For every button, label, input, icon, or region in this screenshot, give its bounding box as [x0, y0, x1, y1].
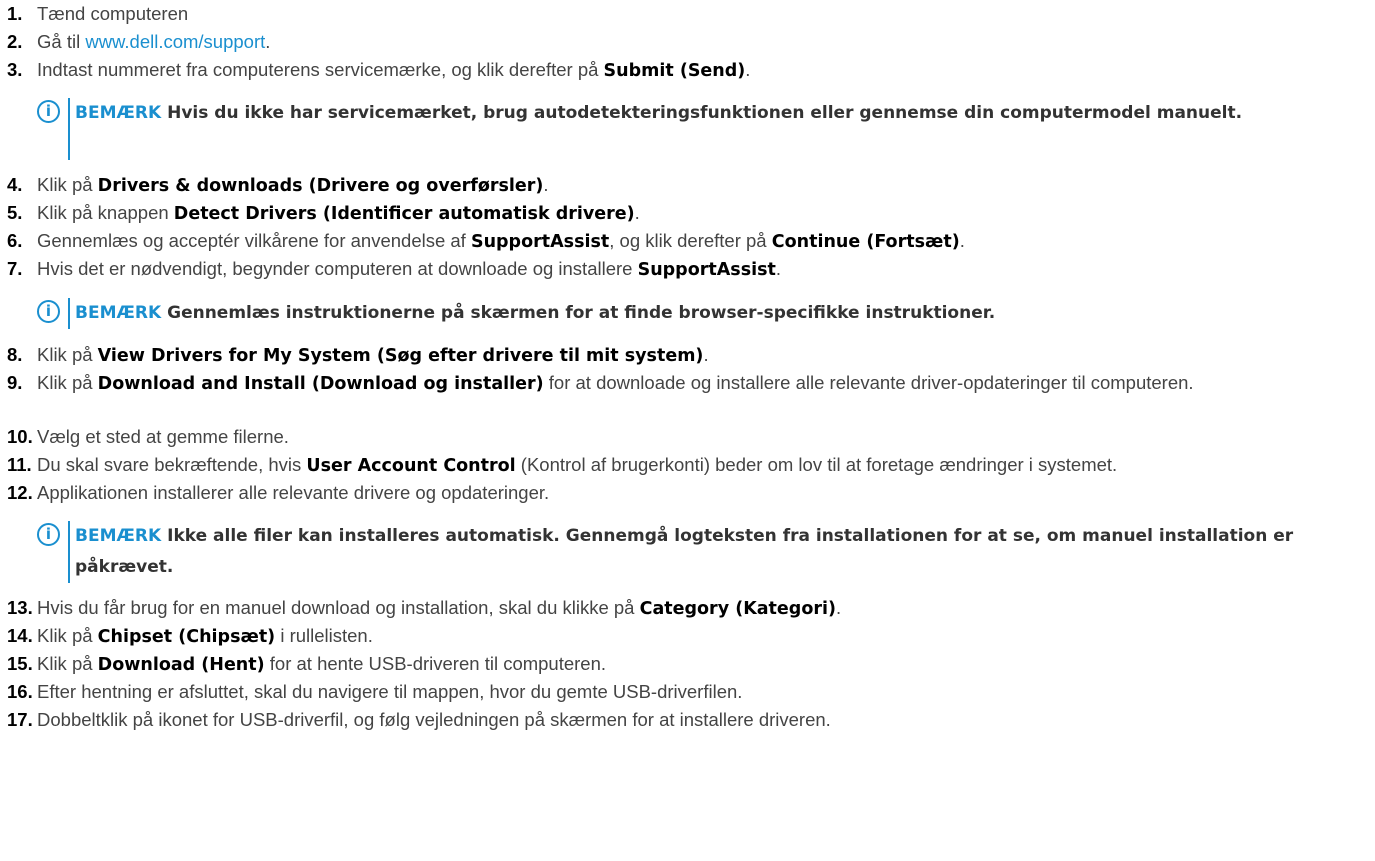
step-text: Klik på — [37, 174, 98, 195]
step-text-end: . — [703, 344, 709, 365]
step-bold: Drivers & downloads (Drivere og overførs… — [97, 176, 544, 196]
step-15: 15. Klik på Download (Hent) for at hente… — [7, 650, 1367, 679]
note-text: Hvis du ikke har servicemærket, brug aut… — [161, 103, 1243, 123]
step-bold: SupportAssist — [637, 260, 776, 280]
info-circle-icon: i — [37, 100, 60, 123]
info-circle-icon: i — [37, 300, 60, 323]
step-number: 8. — [7, 344, 23, 365]
step-bold-2: Continue (Fortsæt) — [771, 232, 960, 252]
step-10: 10. Vælg et sted at gemme filerne. — [7, 423, 1367, 451]
step-text: Klik på — [37, 344, 98, 365]
step-text: Efter hentning er afsluttet, skal du nav… — [37, 681, 743, 702]
step-17: 17. Dobbeltklik på ikonet for USB-driver… — [7, 706, 1367, 734]
note-bar — [68, 298, 70, 329]
step-number: 6. — [7, 230, 23, 251]
step-7: 7. Hvis det er nødvendigt, begynder comp… — [7, 255, 1367, 284]
step-text: Vælg et sted at gemme filerne. — [37, 426, 289, 447]
step-number: 15. — [7, 653, 33, 674]
step-text-end: . — [775, 258, 782, 279]
step-13: 13. Hvis du får brug for en manuel downl… — [7, 594, 1367, 623]
step-text-end: . — [959, 230, 965, 251]
step-text: Tænd computeren — [37, 3, 189, 24]
step-number: 2. — [7, 31, 23, 52]
step-bold: Download (Hent) — [97, 655, 265, 675]
step-number: 16. — [7, 681, 33, 702]
step-2: 2. Gå til www.dell.com/support. — [7, 28, 1367, 56]
step-text-end: . — [543, 174, 549, 195]
step-text: Klik på — [37, 625, 98, 646]
step-number: 9. — [7, 372, 23, 393]
step-number: 5. — [7, 202, 23, 223]
step-3: 3. Indtast nummeret fra computerens serv… — [7, 56, 1367, 85]
step-11: 11. Du skal svare bekræftende, hvis User… — [7, 451, 1367, 480]
note-label: BEMÆRK — [75, 103, 162, 123]
step-text: Klik på knappen — [37, 202, 174, 223]
info-circle-icon: i — [37, 523, 60, 546]
step-12: 12. Applikationen installerer alle relev… — [7, 479, 1367, 507]
step-text: Gennemlæs og acceptér vilkårene for anve… — [37, 230, 471, 251]
step-4: 4. Klik på Drivers & downloads (Drivere … — [7, 171, 1367, 200]
step-number: 1. — [7, 3, 23, 24]
step-number: 17. — [7, 709, 33, 730]
step-text: Klik på — [37, 653, 98, 674]
step-text: Gå til — [37, 31, 86, 52]
step-bold: Detect Drivers (Identificer automatisk d… — [173, 204, 635, 224]
step-text: Applikationen installerer alle relevante… — [37, 482, 550, 503]
note-bar — [68, 98, 70, 160]
note-3: i BEMÆRK Ikke alle filer kan installeres… — [37, 521, 1357, 583]
step-8: 8. Klik på View Drivers for My System (S… — [7, 341, 1367, 370]
step-bold: View Drivers for My System (Søg efter dr… — [97, 346, 704, 366]
step-bold: Chipset (Chipsæt) — [97, 627, 276, 647]
step-text: Hvis du får brug for en manuel download … — [37, 597, 640, 618]
step-number: 7. — [7, 258, 23, 279]
step-text: Du skal svare bekræftende, hvis — [37, 454, 307, 475]
step-number: 10. — [7, 426, 33, 447]
step-text-mid: , og klik derefter på — [609, 230, 772, 251]
step-text-end: . — [745, 59, 751, 80]
step-text-end: . — [835, 597, 842, 618]
step-text: Indtast nummeret fra computerens service… — [37, 59, 604, 80]
step-number: 14. — [7, 625, 33, 646]
step-bold: User Account Control — [306, 456, 516, 476]
step-bold: Submit (Send) — [603, 61, 746, 81]
note-text: Gennemlæs instruktionerne på skærmen for… — [161, 303, 996, 323]
step-number: 12. — [7, 482, 33, 503]
instructions-document: 1. Tænd computeren 2. Gå til www.dell.co… — [0, 0, 1375, 861]
step-16: 16. Efter hentning er afsluttet, skal du… — [7, 678, 1367, 706]
step-5: 5. Klik på knappen Detect Drivers (Ident… — [7, 199, 1367, 228]
step-6: 6. Gennemlæs og acceptér vilkårene for a… — [7, 227, 1367, 256]
step-text: Dobbeltklik på ikonet for USB-driverfil,… — [37, 709, 831, 730]
dell-support-link[interactable]: www.dell.com/support — [85, 31, 265, 52]
step-text-end: . — [265, 31, 271, 52]
step-bold: Category (Kategori) — [639, 599, 836, 619]
note-1: i BEMÆRK Hvis du ikke har servicemærket,… — [37, 98, 1357, 160]
step-text-end: for at downloade og installere alle rele… — [543, 372, 1194, 393]
step-number: 3. — [7, 59, 23, 80]
step-text: Hvis det er nødvendigt, begynder compute… — [37, 258, 638, 279]
step-number: 4. — [7, 174, 23, 195]
step-bold: SupportAssist — [470, 232, 610, 252]
step-text-end: i rullelisten. — [275, 625, 373, 646]
note-bar — [68, 521, 70, 583]
note-2: i BEMÆRK Gennemlæs instruktionerne på sk… — [37, 298, 1357, 329]
step-text-end: for at hente USB-driveren til computeren… — [264, 653, 607, 674]
note-label: BEMÆRK — [75, 303, 162, 323]
step-1: 1. Tænd computeren — [7, 0, 1367, 28]
note-label: BEMÆRK — [75, 526, 162, 546]
step-9: 9. Klik på Download and Install (Downloa… — [7, 369, 1367, 396]
step-bold: Download and Install (Download og instal… — [97, 374, 544, 394]
step-text-end: . — [634, 202, 640, 223]
step-text-end: (Kontrol af brugerkonti) beder om lov ti… — [515, 454, 1118, 475]
step-14: 14. Klik på Chipset (Chipsæt) i rullelis… — [7, 622, 1367, 651]
note-text: Ikke alle filer kan installeres automati… — [75, 526, 1294, 577]
step-text: Klik på — [37, 372, 98, 393]
step-number: 13. — [7, 597, 33, 618]
step-number: 11. — [7, 454, 32, 475]
